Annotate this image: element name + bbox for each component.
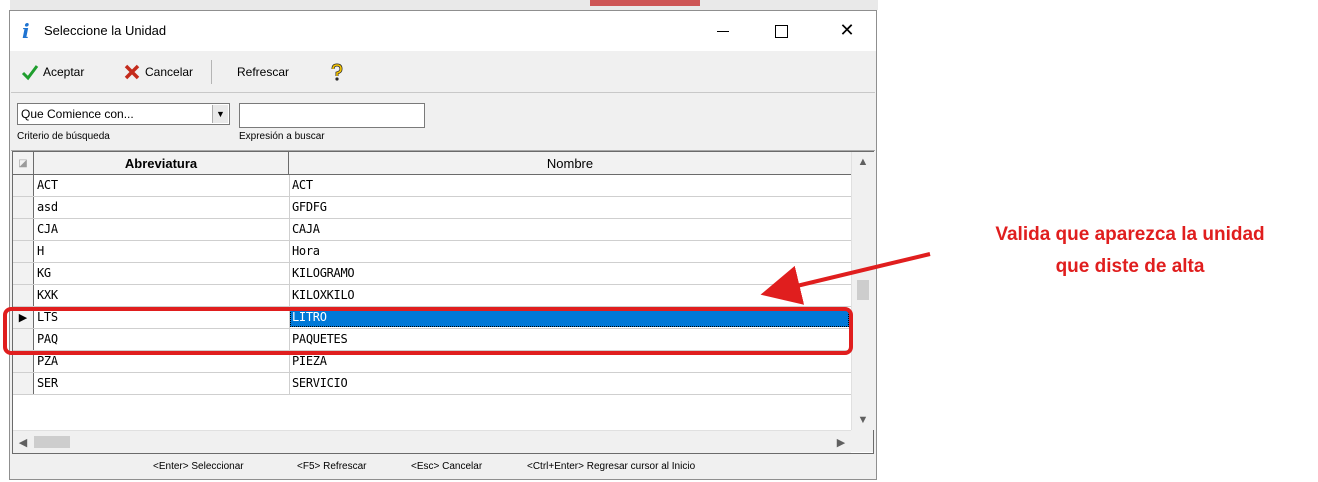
annotation-line-1: Valida que aparezca la unidad xyxy=(995,224,1265,245)
annotation-callout: Valida que aparezca la unidad que diste … xyxy=(945,219,1315,283)
annotation-line-2: que diste de alta xyxy=(1055,256,1205,277)
